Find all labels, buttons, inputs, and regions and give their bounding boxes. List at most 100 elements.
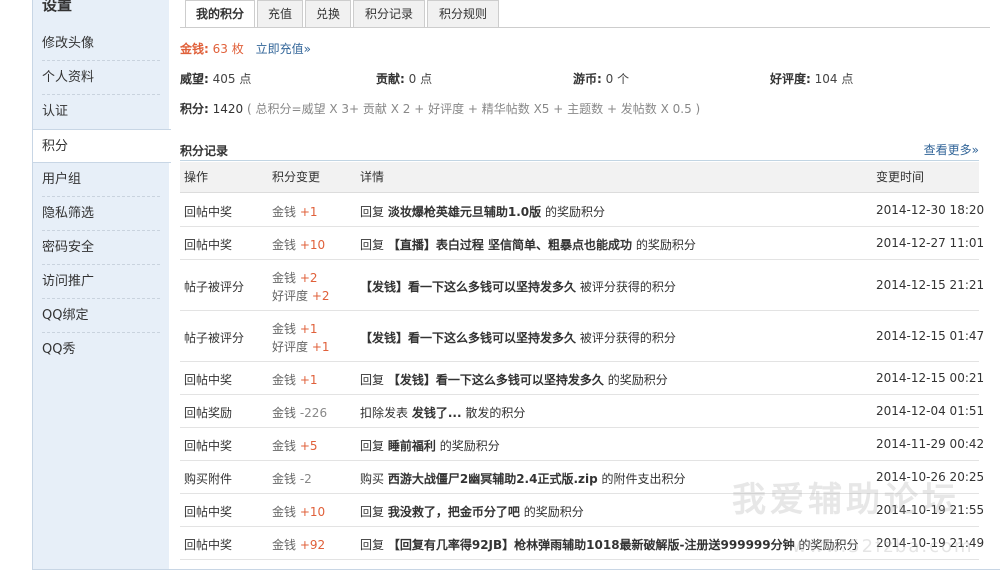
score-label: 积分: xyxy=(180,102,209,116)
money-value: 63 枚 xyxy=(212,42,244,56)
watermark-title: 我爱辅助论坛 xyxy=(732,480,960,520)
detail-cell: 扣除发表 发钱了... 散发的积分 xyxy=(360,405,526,420)
thread-link[interactable]: 发钱了... xyxy=(412,406,462,420)
detail-cell: 回复 【发钱】看一下这么多钱可以坚持发多久 的奖励积分 xyxy=(360,372,668,387)
sidebar-item-label: 访问推广 xyxy=(42,274,95,289)
table-row: 回帖中奖 金钱 +1 回复 淡妆爆枪英雄元旦辅助1.0版 的奖励积分 2014-12-… xyxy=(180,194,984,227)
change-cell: 金钱 +1 xyxy=(272,204,318,219)
col-time: 变更时间 xyxy=(876,170,925,184)
sidebar-item-qq-bind[interactable]: QQ绑定 xyxy=(33,299,170,333)
sidebar-item-label: 密码安全 xyxy=(42,240,95,255)
table-row: 帖子被评分 金钱 +1 好评度 +1 【发钱】看一下这么多钱可以坚持发多久 被评分获得… xyxy=(180,311,984,362)
operation-cell: 回帖中奖 xyxy=(184,204,233,219)
change-cell: 好评度 +1 xyxy=(272,339,330,354)
operation-cell: 购买附件 xyxy=(184,471,233,486)
sidebar-item-label: QQ秀 xyxy=(42,342,76,357)
operation-cell: 帖子被评分 xyxy=(184,279,245,294)
table-row: 回帖奖励 金钱 -226 扣除发表 发钱了... 散发的积分 2014-12-04 0… xyxy=(180,395,984,428)
time-cell: 2014-12-15 00:21 xyxy=(876,370,985,385)
recharge-link[interactable]: 立即充值» xyxy=(256,42,311,56)
sidebar-item-credits[interactable]: 积分 xyxy=(33,129,171,163)
view-more-link[interactable]: 查看更多» xyxy=(924,141,979,158)
thread-link[interactable]: 西游大战僵尸2幽冥辅助2.4正式版.zip xyxy=(388,472,598,486)
operation-cell: 回帖中奖 xyxy=(184,372,233,387)
operation-cell: 回帖中奖 xyxy=(184,504,233,519)
sidebar-title: 设置 xyxy=(42,0,73,14)
stat-coins: 游币: 0 个 xyxy=(573,72,630,86)
records-title: 积分记录 xyxy=(180,144,229,158)
sidebar-item-password[interactable]: 密码安全 xyxy=(33,231,170,265)
change-cell: 好评度 +2 xyxy=(272,288,330,303)
change-cell: 金钱 +92 xyxy=(272,537,326,552)
change-cell: 金钱 -2 xyxy=(272,471,312,486)
score-formula: ( 总积分=威望 X 3+ 贡献 X 2 + 好评度 + 精华帖数 X5 + 主… xyxy=(247,102,701,116)
tab-my-credits[interactable]: 我的积分 xyxy=(185,0,255,28)
col-detail: 详情 xyxy=(360,170,385,184)
change-cell: 金钱 -226 xyxy=(272,405,328,420)
thread-link[interactable]: 淡妆爆枪英雄元旦辅助1.0版 xyxy=(388,205,541,219)
stat-favor: 好评度: 104 点 xyxy=(770,72,854,86)
thread-link[interactable]: 【直播】表白过程 坚信简单、粗暴点也能成功 xyxy=(388,238,632,252)
change-cell: 金钱 +10 xyxy=(272,237,326,252)
table-row: 回帖中奖 金钱 +1 回复 【发钱】看一下这么多钱可以坚持发多久 的奖励积分 2014… xyxy=(180,362,984,395)
tab-credit-log[interactable]: 积分记录 xyxy=(353,0,425,27)
time-cell: 2014-12-15 01:47 xyxy=(876,328,985,343)
sidebar-item-privacy[interactable]: 隐私筛选 xyxy=(33,197,170,231)
sidebar-item-label: 隐私筛选 xyxy=(42,206,95,221)
records-header: 积分记录 查看更多» xyxy=(180,141,979,161)
table-row: 回帖中奖 金钱 +5 回复 睡前福利 的奖励积分 2014-11-29 00:42 xyxy=(180,428,984,461)
operation-cell: 回帖奖励 xyxy=(184,405,233,420)
sidebar-item-usergroup[interactable]: 用户组 xyxy=(33,163,170,197)
detail-cell: 购买 西游大战僵尸2幽冥辅助2.4正式版.zip 的附件支出积分 xyxy=(360,471,686,486)
sidebar-item-label: 积分 xyxy=(42,139,69,154)
sidebar-item-label: 用户组 xyxy=(42,172,82,187)
sidebar: 设置 修改头像 个人资料 认证 积分 用户组 隐私筛选 密码安全 访问推广 QQ… xyxy=(32,0,171,570)
sidebar-item-qq-show[interactable]: QQ秀 xyxy=(33,333,170,367)
table-row: 回帖中奖 金钱 +10 回复 【直播】表白过程 坚信简单、粗暴点也能成功 的奖励积分… xyxy=(180,227,984,260)
money-label: 金钱: xyxy=(180,42,209,56)
thread-link[interactable]: 【发钱】看一下这么多钱可以坚持发多久 xyxy=(388,373,604,387)
time-cell: 2014-12-15 21:21 xyxy=(876,277,985,292)
change-cell: 金钱 +10 xyxy=(272,504,326,519)
money-row: 金钱: 63 枚 立即充值» xyxy=(180,40,311,57)
tab-exchange[interactable]: 兑换 xyxy=(305,0,351,27)
tab-recharge[interactable]: 充值 xyxy=(257,0,303,27)
thread-link[interactable]: 【回复有几率得92JB】枪林弹雨辅助1018最新破解版-注册送999999分钟 xyxy=(388,538,795,552)
thread-link[interactable]: 睡前福利 xyxy=(388,439,436,453)
sidebar-item-promotion[interactable]: 访问推广 xyxy=(33,265,170,299)
sidebar-item-verify[interactable]: 认证 xyxy=(33,95,170,129)
operation-cell: 回帖中奖 xyxy=(184,237,233,252)
detail-cell: 回复 【直播】表白过程 坚信简单、粗暴点也能成功 的奖励积分 xyxy=(360,237,696,252)
operation-cell: 帖子被评分 xyxy=(184,330,245,345)
score-value: 1420 xyxy=(212,102,244,116)
table-row: 帖子被评分 金钱 +2 好评度 +2 【发钱】看一下这么多钱可以坚持发多久 被评分获得… xyxy=(180,260,984,311)
change-cell: 金钱 +5 xyxy=(272,438,318,453)
detail-cell: 【发钱】看一下这么多钱可以坚持发多久 被评分获得的积分 xyxy=(360,330,676,345)
thread-link[interactable]: 我没救了，把金币分了吧 xyxy=(388,505,520,519)
detail-cell: 回复 淡妆爆枪英雄元旦辅助1.0版 的奖励积分 xyxy=(360,204,605,219)
col-change: 积分变更 xyxy=(272,170,321,184)
operation-cell: 回帖中奖 xyxy=(184,438,233,453)
detail-cell: 【发钱】看一下这么多钱可以坚持发多久 被评分获得的积分 xyxy=(360,279,676,294)
time-cell: 2014-11-29 00:42 xyxy=(876,436,985,451)
sidebar-item-label: QQ绑定 xyxy=(42,308,89,323)
operation-cell: 回帖中奖 xyxy=(184,537,233,552)
change-cell: 金钱 +1 xyxy=(272,372,318,387)
col-operation: 操作 xyxy=(184,170,209,184)
sidebar-item-profile[interactable]: 个人资料 xyxy=(33,61,170,95)
sidebar-item-label: 个人资料 xyxy=(42,70,95,85)
thread-link[interactable]: 【发钱】看一下这么多钱可以坚持发多久 xyxy=(360,280,576,294)
table-header: 操作 积分变更 详情 变更时间 xyxy=(180,162,979,193)
detail-cell: 回复 我没救了，把金币分了吧 的奖励积分 xyxy=(360,504,584,519)
detail-cell: 回复 睡前福利 的奖励积分 xyxy=(360,438,500,453)
tab-credit-rules[interactable]: 积分规则 xyxy=(427,0,499,27)
sidebar-item-label: 修改头像 xyxy=(42,36,95,51)
sidebar-item-avatar[interactable]: 修改头像 xyxy=(33,27,170,61)
watermark-url: www.52fzba.com xyxy=(792,536,974,557)
stat-prestige: 威望: 405 点 xyxy=(180,72,252,86)
stat-contribution: 贡献: 0 点 xyxy=(376,72,433,86)
score-row: 积分: 1420 ( 总积分=威望 X 3+ 贡献 X 2 + 好评度 + 精华… xyxy=(180,100,700,117)
time-cell: 2014-12-04 01:51 xyxy=(876,403,985,418)
thread-link[interactable]: 【发钱】看一下这么多钱可以坚持发多久 xyxy=(360,331,576,345)
change-cell: 金钱 +1 xyxy=(272,321,318,336)
